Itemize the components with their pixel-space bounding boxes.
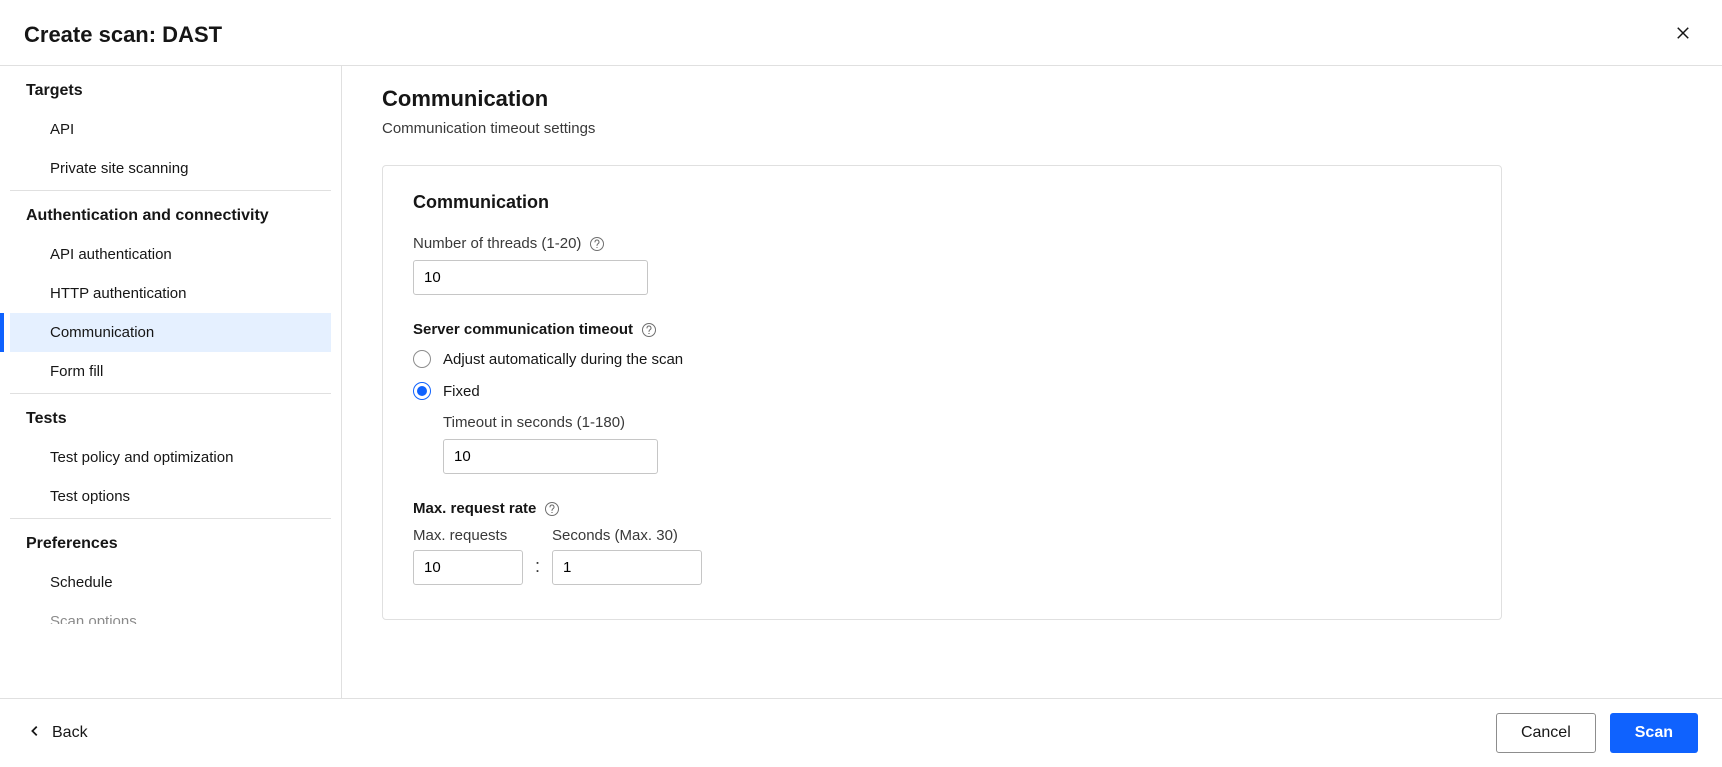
nav-item-test-policy[interactable]: Test policy and optimization bbox=[10, 438, 331, 477]
timeout-seconds-input[interactable] bbox=[443, 439, 658, 474]
seconds-label: Seconds (Max. 30) bbox=[552, 527, 702, 544]
app-root: Create scan: DAST Targets API Private si… bbox=[0, 0, 1722, 767]
nav-group-preferences: Preferences Schedule Scan options bbox=[10, 519, 331, 626]
nav-item-schedule[interactable]: Schedule bbox=[10, 563, 331, 602]
card-title: Communication bbox=[413, 192, 1471, 213]
nav-item-scan-options[interactable]: Scan options bbox=[10, 602, 331, 624]
seconds-input[interactable] bbox=[552, 550, 702, 585]
radio-auto-row[interactable]: Adjust automatically during the scan bbox=[413, 350, 1471, 368]
max-rate-heading-text: Max. request rate bbox=[413, 500, 536, 517]
sidebar-scroll[interactable]: Targets API Private site scanning Authen… bbox=[0, 66, 341, 698]
modal-footer: Back Cancel Scan bbox=[0, 698, 1722, 767]
timeout-section: Server communication timeout Adjust auto… bbox=[413, 321, 1471, 474]
help-icon[interactable] bbox=[641, 322, 657, 338]
close-button[interactable] bbox=[1668, 18, 1698, 51]
nav-head-targets: Targets bbox=[10, 66, 331, 110]
back-label: Back bbox=[52, 724, 88, 742]
footer-actions: Cancel Scan bbox=[1496, 713, 1698, 753]
timeout-seconds-label: Timeout in seconds (1-180) bbox=[443, 414, 1471, 431]
nav-item-http-authentication[interactable]: HTTP authentication bbox=[10, 274, 331, 313]
max-rate-heading: Max. request rate bbox=[413, 500, 1471, 517]
threads-label-text: Number of threads (1-20) bbox=[413, 235, 581, 252]
nav-item-api[interactable]: API bbox=[10, 110, 331, 149]
threads-input[interactable] bbox=[413, 260, 648, 295]
nav-item-api-authentication[interactable]: API authentication bbox=[10, 235, 331, 274]
page-title: Create scan: DAST bbox=[24, 22, 222, 48]
radio-fixed-label: Fixed bbox=[443, 383, 480, 400]
help-icon[interactable] bbox=[544, 501, 560, 517]
timeout-heading: Server communication timeout bbox=[413, 321, 1471, 338]
help-icon[interactable] bbox=[589, 236, 605, 252]
scan-button[interactable]: Scan bbox=[1610, 713, 1698, 753]
max-requests-col: Max. requests bbox=[413, 527, 523, 585]
radio-auto-label: Adjust automatically during the scan bbox=[443, 351, 683, 368]
timeout-seconds-field: Timeout in seconds (1-180) bbox=[443, 414, 1471, 474]
timeout-heading-text: Server communication timeout bbox=[413, 321, 633, 338]
main-title: Communication bbox=[382, 86, 1682, 112]
threads-field: Number of threads (1-20) bbox=[413, 235, 1471, 295]
back-button[interactable]: Back bbox=[24, 718, 92, 749]
nav-group-targets: Targets API Private site scanning bbox=[10, 66, 331, 191]
radio-auto[interactable] bbox=[413, 350, 431, 368]
nav-group-auth: Authentication and connectivity API auth… bbox=[10, 191, 331, 394]
max-requests-label: Max. requests bbox=[413, 527, 523, 544]
colon-separator: : bbox=[535, 556, 540, 585]
main-content[interactable]: Communication Communication timeout sett… bbox=[342, 66, 1722, 698]
max-requests-input[interactable] bbox=[413, 550, 523, 585]
max-rate-inputs: Max. requests : Seconds (Max. 30) bbox=[413, 527, 1471, 585]
nav-item-test-options[interactable]: Test options bbox=[10, 477, 331, 516]
nav-head-auth: Authentication and connectivity bbox=[10, 191, 331, 235]
nav-head-tests: Tests bbox=[10, 394, 331, 438]
chevron-left-icon bbox=[28, 724, 42, 743]
main-subtitle: Communication timeout settings bbox=[382, 120, 1682, 137]
nav-item-private-site-scanning[interactable]: Private site scanning bbox=[10, 149, 331, 188]
cancel-button[interactable]: Cancel bbox=[1496, 713, 1596, 753]
seconds-col: Seconds (Max. 30) bbox=[552, 527, 702, 585]
close-icon bbox=[1674, 30, 1692, 45]
modal-body: Targets API Private site scanning Authen… bbox=[0, 66, 1722, 698]
nav-item-communication[interactable]: Communication bbox=[10, 313, 331, 352]
nav-item-form-fill[interactable]: Form fill bbox=[10, 352, 331, 391]
radio-fixed[interactable] bbox=[413, 382, 431, 400]
sidebar: Targets API Private site scanning Authen… bbox=[0, 66, 342, 698]
nav-head-preferences: Preferences bbox=[10, 519, 331, 563]
threads-label: Number of threads (1-20) bbox=[413, 235, 1471, 252]
nav-group-tests: Tests Test policy and optimization Test … bbox=[10, 394, 331, 519]
communication-card: Communication Number of threads (1-20) S… bbox=[382, 165, 1502, 620]
modal-header: Create scan: DAST bbox=[0, 0, 1722, 66]
radio-fixed-row[interactable]: Fixed bbox=[413, 382, 1471, 400]
max-rate-section: Max. request rate Max. requests : Second… bbox=[413, 500, 1471, 585]
